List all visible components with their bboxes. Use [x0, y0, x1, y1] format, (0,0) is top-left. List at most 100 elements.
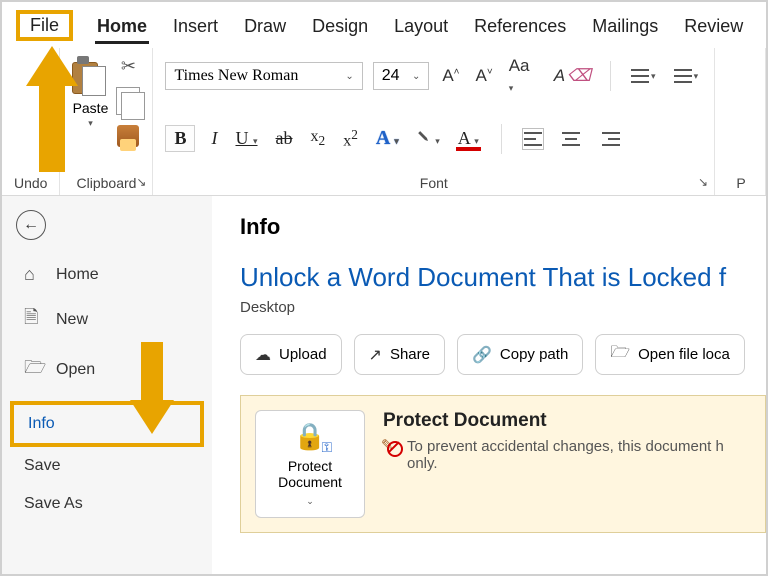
clear-formatting-button[interactable]: A⌫ — [551, 66, 594, 86]
button-label: Upload — [279, 346, 327, 363]
paste-icon — [72, 56, 108, 98]
tab-file[interactable]: File — [16, 10, 73, 41]
info-heading: Info — [240, 214, 766, 240]
chevron-down-icon: ⌄ — [412, 71, 420, 82]
numbering-button[interactable]: ▾ — [670, 63, 703, 89]
underline-button[interactable]: U ▾ — [233, 128, 259, 149]
font-size-dropdown[interactable]: 24 ⌄ — [373, 62, 430, 90]
clipboard-launcher-icon[interactable]: ↘ — [136, 175, 146, 189]
sidebar-item-open[interactable]: Open — [10, 345, 204, 395]
tab-home[interactable]: Home — [95, 10, 149, 41]
button-label: Protect Document — [260, 458, 360, 490]
font-name-dropdown[interactable]: Times New Roman ⌄ — [165, 62, 362, 90]
bullets-button[interactable]: ▾ — [627, 63, 660, 89]
copy-path-button[interactable]: Copy path — [457, 334, 583, 375]
backstage-sidebar: Home New Open Info Save Save As — [2, 196, 212, 574]
folder-icon — [24, 355, 44, 385]
subscript-button[interactable]: x2 — [309, 128, 328, 149]
bold-button[interactable]: B — [165, 125, 195, 152]
document-icon — [24, 305, 44, 335]
sidebar-item-home[interactable]: Home — [10, 254, 204, 295]
font-color-button[interactable]: A ▾ — [456, 128, 481, 149]
sidebar-item-saveas[interactable]: Save As — [10, 485, 204, 523]
sidebar-item-label: Open — [56, 361, 95, 379]
home-icon — [24, 264, 44, 285]
format-painter-icon[interactable] — [117, 125, 139, 147]
separator — [610, 61, 611, 91]
copy-icon[interactable] — [116, 87, 140, 115]
protect-body-line1: To prevent accidental changes, this docu… — [407, 438, 724, 455]
group-paragraph: P — [715, 48, 766, 195]
sidebar-item-label: Save — [24, 457, 60, 475]
link-icon — [472, 345, 492, 365]
group-clipboard: Paste ▾ ✂ Clipboard ↘ — [60, 48, 153, 195]
font-size-value: 24 — [382, 67, 400, 85]
chevron-down-icon: ⌄ — [345, 71, 353, 82]
grow-font-button[interactable]: A˄ — [439, 66, 462, 86]
share-icon — [369, 345, 382, 365]
change-case-button[interactable]: Aa ▾ — [506, 56, 541, 96]
superscript-button[interactable]: x2 — [341, 127, 360, 150]
button-label: Share — [390, 346, 430, 363]
share-button[interactable]: Share — [354, 334, 445, 375]
ribbon: Undo Paste ▾ ✂ Clipboard ↘ Times New Rom… — [2, 48, 766, 196]
paste-label: Paste — [73, 100, 109, 116]
tab-mailings[interactable]: Mailings — [590, 10, 660, 41]
backstage-view: Home New Open Info Save Save As Info Unl… — [2, 196, 766, 574]
tab-layout[interactable]: Layout — [392, 10, 450, 41]
group-paragraph-label: P — [729, 171, 753, 193]
button-label: Copy path — [500, 346, 568, 363]
paste-button[interactable]: Paste ▾ — [72, 56, 108, 129]
cut-icon[interactable]: ✂ — [121, 56, 136, 77]
folder-icon — [610, 341, 630, 368]
document-location: Desktop — [240, 299, 766, 316]
sidebar-item-label: New — [56, 311, 88, 329]
protect-body-line2: only. — [407, 455, 438, 472]
group-clipboard-label: Clipboard — [77, 171, 137, 193]
back-button[interactable] — [16, 210, 46, 240]
info-actions: Upload Share Copy path Open file loca — [240, 334, 766, 375]
group-undo: Undo — [2, 48, 60, 195]
tab-review[interactable]: Review — [682, 10, 745, 41]
font-launcher-icon[interactable]: ↘ — [698, 175, 708, 189]
sidebar-item-new[interactable]: New — [10, 295, 204, 345]
protect-document-button[interactable]: 🔒⚿ Protect Document ⌄ — [255, 410, 365, 518]
text-effects-button[interactable]: A ▾ — [374, 127, 401, 150]
group-font-label: Font — [165, 171, 702, 193]
sidebar-item-info[interactable]: Info — [10, 401, 204, 447]
sidebar-item-label: Home — [56, 266, 99, 284]
sidebar-item-label: Save As — [24, 495, 83, 513]
chevron-down-icon: ⌄ — [306, 496, 314, 507]
tab-insert[interactable]: Insert — [171, 10, 220, 41]
group-undo-label: Undo — [14, 171, 47, 193]
strikethrough-button[interactable]: ab — [274, 128, 295, 149]
align-center-button[interactable] — [558, 126, 584, 152]
upload-button[interactable]: Upload — [240, 334, 342, 375]
protect-document-panel: 🔒⚿ Protect Document ⌄ Protect Document T… — [240, 395, 766, 533]
chevron-down-icon: ▾ — [88, 118, 93, 129]
tab-references[interactable]: References — [472, 10, 568, 41]
open-file-location-button[interactable]: Open file loca — [595, 334, 745, 375]
font-name-value: Times New Roman — [174, 67, 298, 85]
protect-document-description: Protect Document To prevent accidental c… — [383, 410, 724, 518]
upload-icon — [255, 345, 271, 365]
shrink-font-button[interactable]: A˅ — [473, 66, 496, 86]
separator — [501, 124, 502, 154]
document-title: Unlock a Word Document That is Locked f — [240, 262, 766, 293]
group-font: Times New Roman ⌄ 24 ⌄ A˄ A˅ Aa ▾ A⌫ ▾ ▾… — [153, 48, 715, 195]
restrict-editing-icon — [383, 438, 399, 454]
key-icon: ⚿ — [322, 439, 333, 456]
italic-button[interactable]: I — [209, 128, 219, 149]
align-left-button[interactable] — [522, 128, 544, 150]
button-label: Open file loca — [638, 346, 730, 363]
align-right-button[interactable] — [598, 126, 624, 152]
protect-title: Protect Document — [383, 410, 724, 432]
highlight-button[interactable]: ▾ — [415, 128, 442, 149]
sidebar-item-save[interactable]: Save — [10, 447, 204, 485]
sidebar-item-label: Info — [28, 415, 55, 433]
lock-icon: 🔒⚿ — [294, 421, 326, 452]
menu-tabs: File Home Insert Draw Design Layout Refe… — [2, 2, 766, 48]
backstage-content: Info Unlock a Word Document That is Lock… — [212, 196, 766, 574]
tab-draw[interactable]: Draw — [242, 10, 288, 41]
tab-design[interactable]: Design — [310, 10, 370, 41]
